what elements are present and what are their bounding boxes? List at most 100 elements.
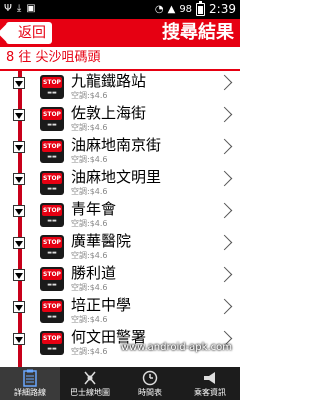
tab-3[interactable]: 時間表 bbox=[120, 367, 180, 400]
stop-fare: 空調:$4.6 bbox=[71, 123, 108, 132]
stop-list[interactable]: STOP ▬▬ 九龍鐵路站 空調:$4.6 STOP ▬▬ 佐敦上海街 空調:$4.6 STOP… bbox=[0, 71, 240, 367]
tab-label: 時間表 bbox=[138, 388, 162, 397]
stop-name: 油麻地南京街 bbox=[71, 136, 162, 154]
stop-name: 九龍鐵路站 bbox=[71, 72, 147, 90]
bus-stop-sign-icon: STOP ▬▬ bbox=[40, 139, 64, 163]
stop-name: 培正中學 bbox=[71, 296, 132, 314]
stop-sign-sub: ▬▬ bbox=[47, 314, 57, 320]
expand-toggle-icon[interactable] bbox=[13, 333, 25, 345]
expand-toggle-icon[interactable] bbox=[13, 109, 25, 121]
bus-stop-sign-icon: STOP ▬▬ bbox=[40, 203, 64, 227]
chevron-right-icon[interactable] bbox=[216, 266, 233, 283]
app-header: 返回 搜尋結果 bbox=[0, 19, 240, 47]
chevron-right-icon[interactable] bbox=[216, 138, 233, 155]
stop-row[interactable]: STOP ▬▬ 九龍鐵路站 空調:$4.6 bbox=[0, 71, 240, 103]
stop-name: 廣華醫院 bbox=[71, 232, 132, 250]
tab-4[interactable]: 乘客資訊 bbox=[180, 367, 240, 400]
stop-sign-sub: ▬▬ bbox=[47, 346, 57, 352]
stop-name: 勝利道 bbox=[71, 264, 117, 282]
status-right: ◔ ▲ 98 2:39 bbox=[154, 0, 236, 16]
usb-icon: Ψ bbox=[4, 3, 12, 14]
clock: 2:39 bbox=[209, 2, 236, 16]
chevron-right-icon[interactable] bbox=[216, 202, 233, 219]
tab-1[interactable]: 詳細路線 bbox=[0, 367, 60, 400]
stop-fare: 空調:$4.6 bbox=[71, 91, 108, 100]
stop-sign-sub: ▬▬ bbox=[47, 282, 57, 288]
stop-fare: 空調:$4.6 bbox=[71, 283, 108, 292]
stop-row[interactable]: STOP ▬▬ 佐敦上海街 空調:$4.6 bbox=[0, 103, 240, 135]
stop-fare: 空調:$4.6 bbox=[71, 155, 108, 164]
expand-toggle-icon[interactable] bbox=[13, 205, 25, 217]
stop-sign-label: STOP bbox=[42, 77, 62, 88]
chevron-right-icon[interactable] bbox=[216, 106, 233, 123]
expand-toggle-icon[interactable] bbox=[13, 237, 25, 249]
map-pin-icon bbox=[82, 369, 98, 387]
stop-sign-sub: ▬▬ bbox=[47, 122, 57, 128]
bus-stop-sign-icon: STOP ▬▬ bbox=[40, 267, 64, 291]
tab-label: 巴士線地圖 bbox=[70, 388, 110, 397]
bus-stop-sign-icon: STOP ▬▬ bbox=[40, 331, 64, 355]
stop-sign-sub: ▬▬ bbox=[47, 250, 57, 256]
stop-name: 青年會 bbox=[71, 200, 117, 218]
stop-sign-label: STOP bbox=[42, 269, 62, 280]
expand-toggle-icon[interactable] bbox=[13, 141, 25, 153]
back-button[interactable]: 返回 bbox=[6, 22, 52, 44]
bus-stop-sign-icon: STOP ▬▬ bbox=[40, 299, 64, 323]
tab-2[interactable]: 巴士線地圖 bbox=[60, 367, 120, 400]
expand-toggle-icon[interactable] bbox=[13, 173, 25, 185]
stop-sign-label: STOP bbox=[42, 205, 62, 216]
stop-sign-label: STOP bbox=[42, 141, 62, 152]
megaphone-icon bbox=[202, 369, 218, 387]
bus-stop-sign-icon: STOP ▬▬ bbox=[40, 235, 64, 259]
chevron-right-icon[interactable] bbox=[216, 298, 233, 315]
stop-row[interactable]: STOP ▬▬ 勝利道 空調:$4.6 bbox=[0, 263, 240, 295]
stop-sign-sub: ▬▬ bbox=[47, 90, 57, 96]
notification-icon: ▣ bbox=[26, 3, 36, 14]
stop-fare: 空調:$4.6 bbox=[71, 347, 108, 356]
signal-icon: ▲ bbox=[167, 3, 176, 15]
stop-fare: 空調:$4.6 bbox=[71, 187, 108, 196]
stop-row[interactable]: STOP ▬▬ 油麻地南京街 空調:$4.6 bbox=[0, 135, 240, 167]
clipboard-icon bbox=[22, 369, 38, 387]
stop-sign-label: STOP bbox=[42, 109, 62, 120]
stop-row[interactable]: STOP ▬▬ 油麻地文明里 空調:$4.6 bbox=[0, 167, 240, 199]
stop-sign-sub: ▬▬ bbox=[47, 154, 57, 160]
chevron-right-icon[interactable] bbox=[216, 234, 233, 251]
chevron-right-icon[interactable] bbox=[216, 170, 233, 187]
stop-fare: 空調:$4.6 bbox=[71, 219, 108, 228]
bus-stop-sign-icon: STOP ▬▬ bbox=[40, 75, 64, 99]
stop-row[interactable]: STOP ▬▬ 青年會 空調:$4.6 bbox=[0, 199, 240, 231]
bus-stop-sign-icon: STOP ▬▬ bbox=[40, 107, 64, 131]
clock-icon bbox=[142, 369, 158, 387]
stop-sign-label: STOP bbox=[42, 237, 62, 248]
stop-sign-sub: ▬▬ bbox=[47, 218, 57, 224]
chevron-right-icon[interactable] bbox=[216, 74, 233, 91]
stop-sign-sub: ▬▬ bbox=[47, 186, 57, 192]
stop-fare: 空調:$4.6 bbox=[71, 251, 108, 260]
stop-fare: 空調:$4.6 bbox=[71, 315, 108, 324]
tab-label: 乘客資訊 bbox=[194, 388, 226, 397]
expand-toggle-icon[interactable] bbox=[13, 301, 25, 313]
bus-stop-sign-icon: STOP ▬▬ bbox=[40, 171, 64, 195]
back-button-label: 返回 bbox=[18, 25, 46, 41]
status-left-icons: Ψ ⤓ ▣ bbox=[4, 3, 36, 14]
status-bar: Ψ ⤓ ▣ ◔ ▲ 98 2:39 bbox=[0, 0, 240, 19]
download-icon: ⤓ bbox=[16, 3, 22, 14]
bottom-tab-bar: 詳細路線 巴士線地圖 時間表 乘客資訊 bbox=[0, 367, 240, 400]
tab-label: 詳細路線 bbox=[14, 388, 46, 397]
wifi-icon: ◔ bbox=[154, 3, 164, 15]
stop-name: 油麻地文明里 bbox=[71, 168, 162, 186]
stop-sign-label: STOP bbox=[42, 301, 62, 312]
stop-row[interactable]: STOP ▬▬ 廣華醫院 空調:$4.6 bbox=[0, 231, 240, 263]
page-title: 搜尋結果 bbox=[162, 22, 234, 43]
stop-row[interactable]: STOP ▬▬ 培正中學 空調:$4.6 bbox=[0, 295, 240, 327]
stop-sign-label: STOP bbox=[42, 173, 62, 184]
stop-sign-label: STOP bbox=[42, 333, 62, 344]
expand-toggle-icon[interactable] bbox=[13, 77, 25, 89]
stop-name: 佐敦上海街 bbox=[71, 104, 147, 122]
watermark: www.android-apk.com bbox=[120, 342, 232, 353]
signal-strength: 98 bbox=[179, 3, 193, 15]
battery-icon bbox=[196, 0, 206, 16]
expand-toggle-icon[interactable] bbox=[13, 269, 25, 281]
route-label: 8 往 尖沙咀碼頭 bbox=[0, 47, 240, 71]
